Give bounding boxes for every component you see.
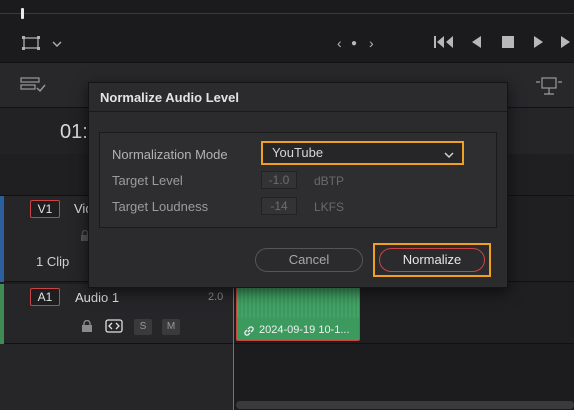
clip-label: 2024-09-19 10-1... xyxy=(259,324,350,336)
a1-solo-button[interactable]: S xyxy=(134,319,152,335)
video-track-color xyxy=(0,196,4,282)
timeline-timecode[interactable]: 01: xyxy=(60,121,88,144)
timeline-options-icon[interactable] xyxy=(20,76,46,97)
a1-mute-button[interactable]: M xyxy=(162,319,180,335)
v1-clip-count: 1 Clip xyxy=(36,254,70,269)
timeline-scrollbar[interactable] xyxy=(236,401,574,409)
audio-track-color xyxy=(0,284,4,344)
next-clip-icon[interactable]: › xyxy=(369,35,374,51)
target-loudness-label: Target Loudness xyxy=(112,199,209,214)
scrub-track xyxy=(0,13,574,14)
normalization-mode-select[interactable]: YouTube xyxy=(261,141,464,165)
cancel-button[interactable]: Cancel xyxy=(255,248,363,272)
playhead[interactable] xyxy=(233,284,234,410)
chevron-down-icon[interactable] xyxy=(51,37,63,52)
playhead-dot-icon: ● xyxy=(351,38,358,49)
go-to-start-icon[interactable] xyxy=(433,35,455,52)
target-level-field[interactable]: -1.0 xyxy=(261,171,297,189)
chevron-down-icon xyxy=(443,147,455,167)
mode-label: Normalization Mode xyxy=(112,147,228,162)
normalization-mode-value: YouTube xyxy=(272,145,324,160)
play-reverse-icon[interactable] xyxy=(470,35,482,52)
go-to-end-icon[interactable] xyxy=(560,35,574,52)
normalize-button-highlight: Normalize xyxy=(373,243,491,277)
v1-track-tag[interactable]: V1 xyxy=(30,200,60,218)
crop-icon[interactable] xyxy=(22,36,40,53)
audio-waveform xyxy=(237,288,359,318)
prev-clip-icon[interactable]: ‹ xyxy=(337,35,342,51)
normalize-button[interactable]: Normalize xyxy=(379,248,485,272)
target-level-unit: dBTP xyxy=(314,174,345,188)
dialog-title: Normalize Audio Level xyxy=(100,90,239,105)
transport-bar xyxy=(0,28,574,62)
viewer-scrub-bar[interactable] xyxy=(0,0,574,28)
a1-track-tag[interactable]: A1 xyxy=(30,288,60,306)
dialog-title-divider xyxy=(89,111,507,112)
play-icon[interactable] xyxy=(533,35,545,52)
target-loudness-unit: LKFS xyxy=(314,200,345,214)
target-level-label: Target Level xyxy=(112,173,183,188)
clip-link-icon xyxy=(243,325,255,340)
a1-lock-icon[interactable] xyxy=(81,319,93,336)
a1-track-level[interactable]: 2.0 xyxy=(208,291,223,303)
stop-icon[interactable] xyxy=(501,35,515,52)
snapping-icon[interactable] xyxy=(534,76,564,99)
target-loudness-field[interactable]: -14 xyxy=(261,197,297,215)
track-header-empty xyxy=(0,344,234,410)
audio-clip[interactable]: 2024-09-19 10-1... xyxy=(236,287,360,341)
a1-track-name[interactable]: Audio 1 xyxy=(75,290,119,305)
normalize-audio-dialog: Normalize Audio Level Normalization Mode… xyxy=(88,82,508,288)
a1-link-icon[interactable] xyxy=(105,319,123,336)
scrub-handle[interactable] xyxy=(21,8,24,19)
